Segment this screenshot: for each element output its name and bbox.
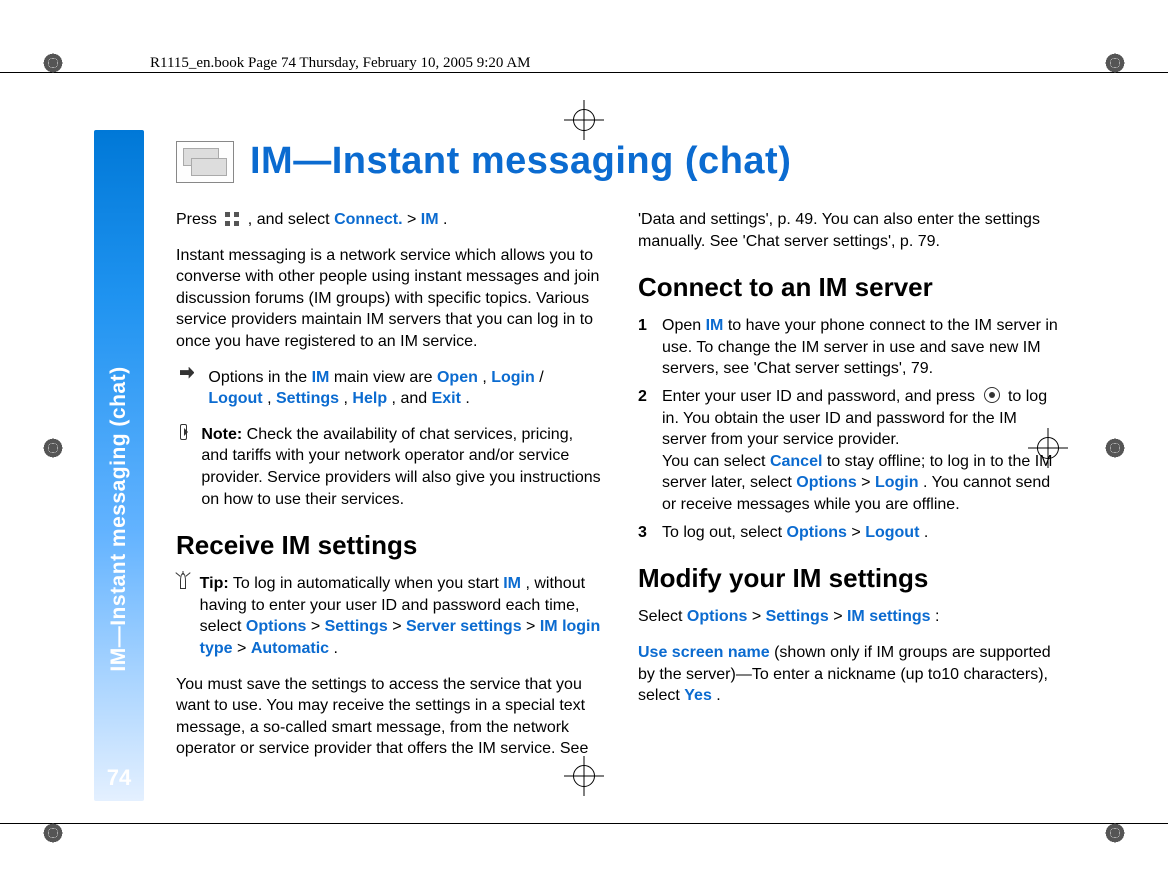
registration-mark-icon <box>564 100 604 140</box>
chapter-title-row: IM—Instant messaging (chat) <box>176 140 1064 183</box>
crop-medallion-icon <box>1104 822 1126 844</box>
tip-callout: Tip: To log in automatically when you st… <box>176 573 602 659</box>
receive-settings-heading: Receive IM settings <box>176 528 602 563</box>
connect-link: Connect. <box>334 211 402 228</box>
use-screen-name-paragraph: Use screen name (shown only if IM groups… <box>638 642 1064 707</box>
step-2: Enter your user ID and password, and pre… <box>638 386 1064 516</box>
crop-medallion-icon <box>1104 52 1126 74</box>
connect-steps-list: Open IM to have your phone connect to th… <box>638 315 1064 543</box>
two-column-body: Press , and select Connect. > IM . Insta… <box>176 209 1064 801</box>
column-right: 'Data and settings', p. 49. You can also… <box>638 209 1064 801</box>
crop-medallion-icon <box>1104 437 1126 459</box>
continued-paragraph: 'Data and settings', p. 49. You can also… <box>638 209 1064 252</box>
section-label: IM—Instant messaging (chat) <box>107 367 131 672</box>
joystick-icon <box>984 387 1000 403</box>
page-content: IM—Instant messaging (chat) Press , and … <box>176 140 1064 801</box>
step-1: Open IM to have your phone connect to th… <box>638 315 1064 380</box>
options-callout: Options in the IM main view are Open , L… <box>176 367 602 410</box>
press-connect-paragraph: Press , and select Connect. > IM . <box>176 209 602 231</box>
section-sidebar: IM—Instant messaging (chat) 74 <box>94 130 144 801</box>
chapter-title: IM—Instant messaging (chat) <box>250 140 791 183</box>
note-label: Note: <box>201 426 242 443</box>
note-callout: Note: Check the availability of chat ser… <box>176 424 602 510</box>
menu-key-icon <box>225 212 239 226</box>
arrow-icon <box>180 367 194 379</box>
note-icon <box>180 424 187 440</box>
crop-rule-top <box>0 72 1168 73</box>
chat-window-icon <box>176 141 234 183</box>
crop-medallion-icon <box>42 437 64 459</box>
im-link: IM <box>421 211 439 228</box>
lightbulb-icon <box>180 573 186 589</box>
running-header: R1115_en.book Page 74 Thursday, February… <box>150 55 531 72</box>
crop-medallion-icon <box>42 52 64 74</box>
tip-label: Tip: <box>200 575 229 592</box>
crop-rule-bottom <box>0 823 1168 824</box>
column-left: Press , and select Connect. > IM . Insta… <box>176 209 602 801</box>
intro-paragraph: Instant messaging is a network service w… <box>176 245 602 353</box>
page-number: 74 <box>107 765 131 791</box>
must-save-paragraph: You must save the settings to access the… <box>176 674 602 760</box>
modify-settings-heading: Modify your IM settings <box>638 561 1064 596</box>
modify-select-paragraph: Select Options > Settings > IM settings … <box>638 606 1064 628</box>
step-3: To log out, select Options > Logout . <box>638 522 1064 544</box>
crop-medallion-icon <box>42 822 64 844</box>
connect-server-heading: Connect to an IM server <box>638 270 1064 305</box>
